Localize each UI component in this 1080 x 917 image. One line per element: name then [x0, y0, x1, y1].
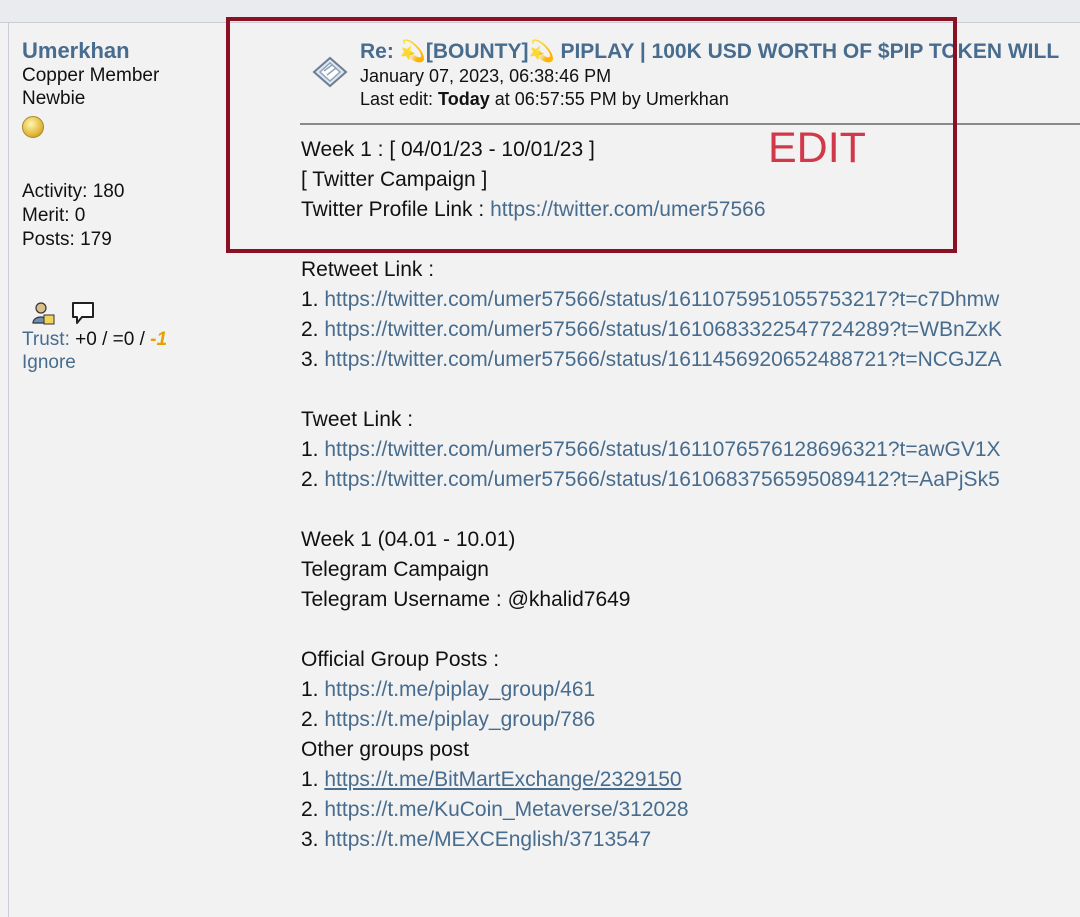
tweet-label: Tweet Link : — [301, 408, 414, 431]
member-status: Newbie — [22, 88, 86, 109]
list-item: 2. https://twitter.com/umer57566/status/… — [301, 315, 1080, 345]
list-item: 1. https://twitter.com/umer57566/status/… — [301, 285, 1080, 315]
list-number: 3. — [301, 348, 325, 371]
list-number: 1. — [301, 768, 325, 791]
ignore-link[interactable]: Ignore — [22, 351, 242, 374]
list-number: 3. — [301, 828, 325, 851]
message-icon[interactable] — [70, 300, 96, 331]
list-item: 2. https://twitter.com/umer57566/status/… — [301, 465, 1080, 495]
list-number: 2. — [301, 318, 325, 341]
poster-actions — [22, 300, 242, 326]
trust-link[interactable]: Trust: — [22, 329, 70, 350]
coin-icon — [22, 116, 44, 138]
member-rank: Copper Member — [22, 65, 160, 86]
list-item: 3. https://twitter.com/umer57566/status/… — [301, 345, 1080, 375]
retweet-link[interactable]: https://twitter.com/umer57566/status/161… — [324, 288, 999, 311]
tweet-link[interactable]: https://twitter.com/umer57566/status/161… — [324, 438, 1000, 461]
list-item: 2. https://t.me/KuCoin_Metaverse/312028 — [301, 795, 1080, 825]
list-item: 2. https://t.me/piplay_group/786 — [301, 705, 1080, 735]
left-border — [8, 22, 9, 917]
other-group-link[interactable]: https://t.me/KuCoin_Metaverse/312028 — [324, 798, 688, 821]
list-number: 2. — [301, 468, 325, 491]
list-item: 3. https://t.me/MEXCEnglish/3713547 — [301, 825, 1080, 855]
other-group-link[interactable]: https://t.me/MEXCEnglish/3713547 — [324, 828, 651, 851]
poster-info: Umerkhan Copper Member Newbie Activity: … — [22, 38, 242, 374]
list-item: 1. https://t.me/BitMartExchange/2329150 — [301, 765, 1080, 795]
retweet-link[interactable]: https://twitter.com/umer57566/status/161… — [324, 348, 1001, 371]
trust-values: +0 / =0 / — [69, 329, 151, 350]
telegram-campaign-title: Telegram Campaign — [301, 558, 489, 581]
list-number: 2. — [301, 708, 325, 731]
other-group-link[interactable]: https://t.me/BitMartExchange/2329150 — [324, 768, 681, 791]
retweet-label: Retweet Link : — [301, 258, 435, 281]
list-number: 1. — [301, 438, 325, 461]
trust-negative: -1 — [150, 329, 168, 350]
week1-telegram-header: Week 1 (04.01 - 10.01) — [301, 528, 516, 551]
retweet-link[interactable]: https://twitter.com/umer57566/status/161… — [324, 318, 1002, 341]
activity-count: Activity: 180 — [22, 181, 125, 202]
merit-count: Merit: 0 — [22, 205, 86, 226]
tweet-link[interactable]: https://twitter.com/umer57566/status/161… — [324, 468, 999, 491]
telegram-username: Telegram Username : @khalid7649 — [301, 588, 631, 611]
other-groups-label: Other groups post — [301, 738, 470, 761]
trust-score: Trust: +0 / =0 / -1 — [22, 328, 242, 351]
list-number: 2. — [301, 798, 325, 821]
official-post-link[interactable]: https://t.me/piplay_group/461 — [324, 678, 595, 701]
official-posts-label: Official Group Posts : — [301, 648, 500, 671]
list-item: 1. https://t.me/piplay_group/461 — [301, 675, 1080, 705]
list-item: 1. https://twitter.com/umer57566/status/… — [301, 435, 1080, 465]
edit-annotation-label: EDIT — [768, 124, 866, 172]
list-number: 1. — [301, 288, 325, 311]
list-number: 1. — [301, 678, 325, 701]
profile-icon[interactable] — [30, 300, 56, 331]
official-post-link[interactable]: https://t.me/piplay_group/786 — [324, 708, 595, 731]
poster-name[interactable]: Umerkhan — [22, 38, 242, 64]
posts-count: Posts: 179 — [22, 229, 112, 250]
poster-stats: Activity: 180 Merit: 0 Posts: 179 — [22, 180, 242, 252]
